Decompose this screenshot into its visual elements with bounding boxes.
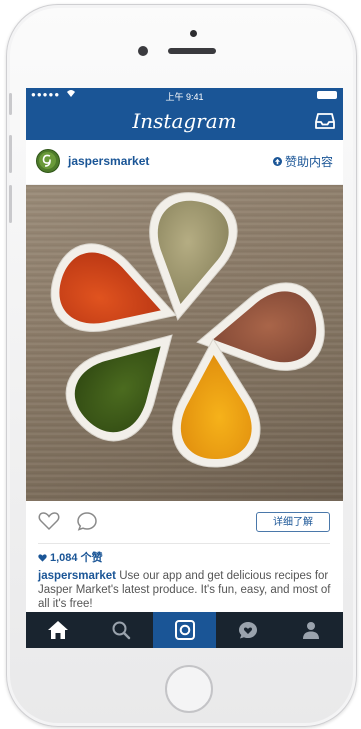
tab-camera[interactable] xyxy=(152,612,217,648)
battery-icon xyxy=(317,91,337,99)
tab-activity[interactable] xyxy=(216,612,279,648)
likes-heart-icon xyxy=(38,554,47,562)
sponsored-icon xyxy=(272,155,282,169)
phone-screen: ●●●●● 上午 9:41 Instagram jaspersmarket 赞助… xyxy=(26,88,343,648)
comment-bubble-icon[interactable] xyxy=(76,511,98,536)
app-header: Instagram xyxy=(26,102,343,140)
front-camera-lens xyxy=(138,46,148,56)
earpiece-speaker xyxy=(168,48,216,54)
volume-down-button xyxy=(9,185,12,223)
tab-home[interactable] xyxy=(26,612,89,648)
mute-switch xyxy=(9,93,12,115)
home-button[interactable] xyxy=(165,665,213,713)
volume-up-button xyxy=(9,135,12,173)
post-username[interactable]: jaspersmarket xyxy=(68,154,149,168)
likes-text: 1,084 个赞 xyxy=(50,552,103,564)
tab-profile[interactable] xyxy=(280,612,343,648)
post-header: jaspersmarket 赞助内容 xyxy=(26,140,343,185)
post-caption: jaspersmarket Use our app and get delici… xyxy=(38,569,333,611)
tab-search[interactable] xyxy=(89,612,152,648)
sponsored-label: 赞助内容 xyxy=(272,153,333,170)
bottom-tab-bar xyxy=(26,612,343,648)
actions-divider xyxy=(38,543,330,544)
home-icon xyxy=(47,621,68,639)
caption-username[interactable]: jaspersmarket xyxy=(38,570,116,582)
post-actions: 详细了解 xyxy=(26,501,343,544)
app-logo: Instagram xyxy=(132,109,237,133)
like-count[interactable]: 1,084 个赞 xyxy=(38,549,103,565)
post-photo[interactable] xyxy=(26,185,343,501)
search-icon xyxy=(112,621,131,640)
spice-bowls-illustration xyxy=(50,192,325,468)
inbox-icon[interactable] xyxy=(315,112,335,135)
sponsored-text: 赞助内容 xyxy=(284,155,333,169)
avatar[interactable] xyxy=(36,149,60,173)
status-bar: ●●●●● 上午 9:41 xyxy=(26,88,343,102)
camera-dot xyxy=(190,30,197,37)
like-heart-icon[interactable] xyxy=(38,511,60,536)
profile-icon xyxy=(303,622,320,639)
camera-icon xyxy=(174,620,195,640)
learn-more-button[interactable]: 详细了解 xyxy=(256,512,330,532)
activity-icon xyxy=(238,622,257,639)
